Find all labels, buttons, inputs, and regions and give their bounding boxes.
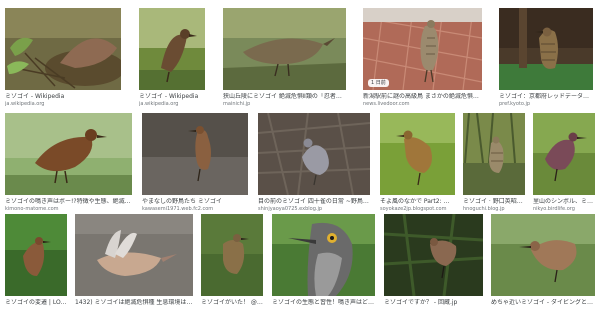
image-result-card[interactable]: やまなしの野鳥たち ミゾゴイ kawasemi1971.web.fc2.com [142, 113, 248, 215]
result-thumbnail[interactable] [491, 214, 595, 296]
result-caption[interactable]: ミゾゴイ - Wikipedia [5, 93, 121, 100]
result-thumbnail[interactable] [272, 214, 375, 296]
image-result-card[interactable]: ミゾゴイ - Wikipedia ja.wikipedia.org [5, 8, 121, 110]
image-result-card[interactable]: ミゾゴイ - Wikipedia ja.wikipedia.org [139, 8, 205, 110]
image-result-card[interactable]: ミゾゴイの鳴き声はボー!?特徴や生態、絶滅危惧... kimono-matome… [5, 113, 132, 215]
image-result-card[interactable]: そよ風のなかで Part2: ミゾ... soyokaze2jp.blogspo… [380, 113, 455, 215]
result-caption[interactable]: ミゾゴイ - Wikipedia [139, 93, 205, 100]
result-caption[interactable]: ミゾゴイ · 野口英昭の... [463, 198, 525, 205]
result-thumbnail[interactable] [384, 214, 483, 296]
result-source[interactable]: ja.wikipedia.org [139, 101, 205, 107]
image-result-card[interactable]: ミゾゴイがいた！ @眼... [201, 214, 263, 316]
result-source[interactable]: shinjyaoya0725.exblog.jp [258, 206, 370, 212]
result-caption[interactable]: そよ風のなかで Part2: ミゾ... [380, 198, 455, 205]
result-thumbnail[interactable] [75, 214, 193, 296]
results-row-3: ミゾゴイの変遷 | LOVE... 1432) ミゾゴイは絶滅危惧種 生息環境は… [0, 214, 600, 306]
result-source[interactable]: ja.wikipedia.org [5, 101, 121, 107]
image-result-card[interactable]: ミゾゴイの変遷 | LOVE... [5, 214, 67, 316]
result-thumbnail[interactable] [533, 113, 595, 195]
result-caption[interactable]: 狭山丘陵にミゾゴイ 絶滅危惧Ⅱ類の「忍者鳥」 元本... [223, 93, 346, 100]
result-caption[interactable]: 新潟駅前に謎の高級鳥 まさかの絶滅危惧種「ミゾ... [363, 93, 482, 100]
result-source[interactable]: kimono-matome.com [5, 206, 132, 212]
result-thumbnail[interactable] [5, 8, 121, 90]
result-source[interactable]: soyokaze2jp.blogspot.com [380, 206, 455, 212]
result-thumbnail[interactable] [223, 8, 346, 90]
image-result-card[interactable]: 里山のシンボル、ミゾゴイ... nikyo.birdlife.org [533, 113, 595, 215]
result-source[interactable]: nikyo.birdlife.org [533, 206, 595, 212]
image-result-card[interactable]: 目の前のミゾゴイ 四十雀の日常 ~野鳥写真... shinjyaoya0725.… [258, 113, 370, 215]
result-source[interactable]: hnoguchi.blog.jp [463, 206, 525, 212]
result-thumbnail[interactable] [139, 8, 205, 90]
result-thumbnail[interactable] [5, 214, 67, 296]
result-age-badge: 1 日前 [368, 79, 389, 87]
result-caption[interactable]: 里山のシンボル、ミゾゴイ... [533, 198, 595, 205]
image-result-card[interactable]: ミゾゴイ：京都府レッドデータブック2... pref.kyoto.jp [499, 8, 593, 110]
result-source[interactable]: news.livedoor.com [363, 101, 482, 107]
result-thumbnail[interactable] [499, 8, 593, 90]
result-caption[interactable]: やまなしの野鳥たち ミゾゴイ [142, 198, 248, 205]
image-result-card[interactable]: ミゾゴイの生態と習性！鳴き声はどんな... [272, 214, 375, 316]
result-source[interactable]: kawasemi1971.web.fc2.com [142, 206, 248, 212]
result-thumbnail[interactable] [258, 113, 370, 195]
image-result-card[interactable]: 狭山丘陵にミゾゴイ 絶滅危惧Ⅱ類の「忍者鳥」 元本... mainichi.jp [223, 8, 346, 110]
image-result-card[interactable]: ミゾゴイですか？ - 回蔵.jp [384, 214, 483, 316]
result-thumbnail[interactable] [463, 113, 525, 195]
result-caption[interactable]: ミゾゴイの鳴き声はボー!?特徴や生態、絶滅危惧... [5, 198, 132, 205]
image-result-card[interactable]: 1432) ミゾゴイは絶滅危惧種 生息環境は世界で... [75, 214, 193, 316]
image-result-card[interactable]: めちゃ近いミゾゴイ - ダイビングと生き... [491, 214, 595, 316]
result-thumbnail[interactable] [201, 214, 263, 296]
result-caption[interactable]: 目の前のミゾゴイ 四十雀の日常 ~野鳥写真... [258, 198, 370, 205]
result-thumbnail[interactable] [5, 113, 132, 195]
result-source[interactable]: pref.kyoto.jp [499, 101, 593, 107]
results-row-1: ミゾゴイ - Wikipedia ja.wikipedia.org ミゾゴイ -… [0, 8, 600, 110]
result-source[interactable]: mainichi.jp [223, 101, 346, 107]
result-thumbnail[interactable] [142, 113, 248, 195]
result-thumbnail[interactable] [363, 8, 482, 90]
results-row-2: ミゾゴイの鳴き声はボー!?特徴や生態、絶滅危惧... kimono-matome… [0, 113, 600, 215]
image-result-card[interactable]: ミゾゴイ · 野口英昭の... hnoguchi.blog.jp [463, 113, 525, 215]
result-caption[interactable]: ミゾゴイ：京都府レッドデータブック2... [499, 93, 593, 100]
image-result-card[interactable]: 1 日前 新潟駅前に謎の高級鳥 まさかの絶滅危惧種「ミゾ... news.liv… [363, 8, 482, 110]
result-thumbnail[interactable] [380, 113, 455, 195]
